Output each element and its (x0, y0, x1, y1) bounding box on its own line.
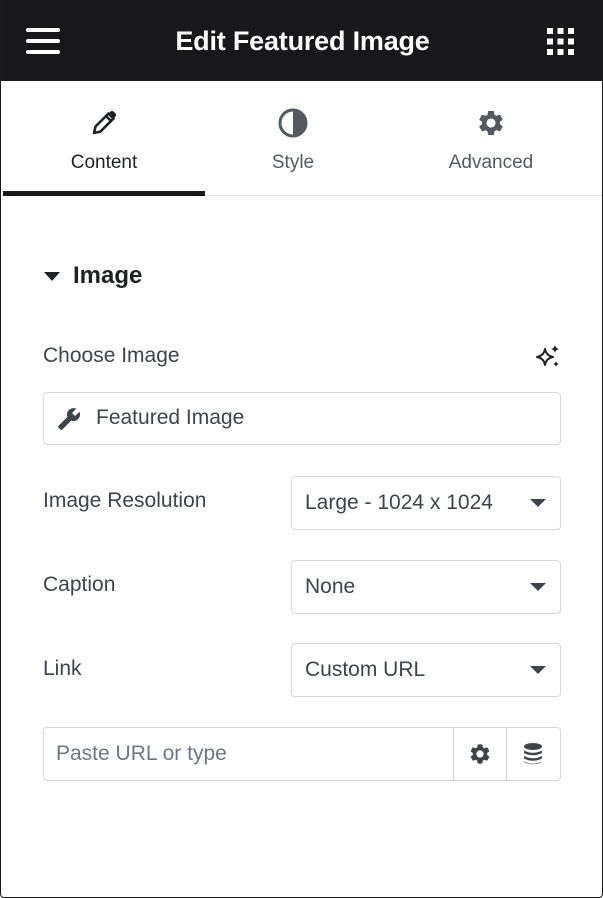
editor-panel: Edit Featured Image Content Style Advanc… (0, 0, 603, 898)
active-tab-indicator (3, 191, 205, 196)
featured-image-value: Featured Image (96, 406, 245, 429)
chevron-down-icon (530, 666, 546, 674)
link-options-button[interactable] (454, 728, 506, 780)
ai-button[interactable] (536, 344, 562, 370)
image-resolution-label: Image Resolution (43, 489, 207, 512)
gear-icon (470, 744, 490, 764)
tab-content-label: Content (70, 152, 138, 173)
choose-image-label: Choose Image (43, 344, 180, 367)
dynamic-tags-button[interactable] (507, 728, 559, 780)
panel-tabs: Content Style Advanced (1, 81, 602, 196)
chevron-down-icon (530, 583, 546, 591)
section-title: Image (73, 262, 143, 289)
hamburger-icon (26, 28, 60, 54)
chevron-down-icon (530, 499, 546, 507)
image-resolution-select[interactable]: Large - 1024 x 1024 (291, 476, 561, 530)
tab-style-label: Style (271, 152, 315, 173)
panel-header: Edit Featured Image (1, 1, 602, 81)
tab-content[interactable]: Content (3, 81, 205, 195)
image-resolution-value: Large - 1024 x 1024 (305, 491, 493, 514)
gear-icon (474, 106, 508, 140)
caption-select[interactable]: None (291, 560, 561, 614)
tab-advanced[interactable]: Advanced (381, 81, 601, 195)
tab-style[interactable]: Style (205, 81, 381, 195)
link-value: Custom URL (305, 658, 426, 681)
sparkle-ai-icon (536, 345, 559, 367)
apps-grid-button[interactable] (547, 28, 574, 55)
link-select[interactable]: Custom URL (291, 643, 561, 697)
url-control-group (43, 727, 561, 781)
hamburger-menu-button[interactable] (26, 27, 60, 55)
url-input[interactable] (44, 728, 453, 780)
wrench-icon (58, 408, 81, 430)
link-label: Link (43, 657, 82, 680)
caption-label: Caption (43, 573, 116, 596)
pencil-icon (87, 106, 121, 140)
half-circle-icon (276, 106, 310, 140)
section-toggle-image[interactable]: Image (43, 259, 142, 293)
tab-advanced-label: Advanced (448, 152, 534, 173)
featured-image-dynamic-tag[interactable]: Featured Image (43, 392, 561, 445)
panel-title: Edit Featured Image (175, 25, 430, 56)
caret-down-icon (44, 272, 60, 281)
database-icon (524, 743, 542, 765)
caption-value: None (305, 575, 356, 598)
grid-apps-icon (547, 28, 574, 55)
